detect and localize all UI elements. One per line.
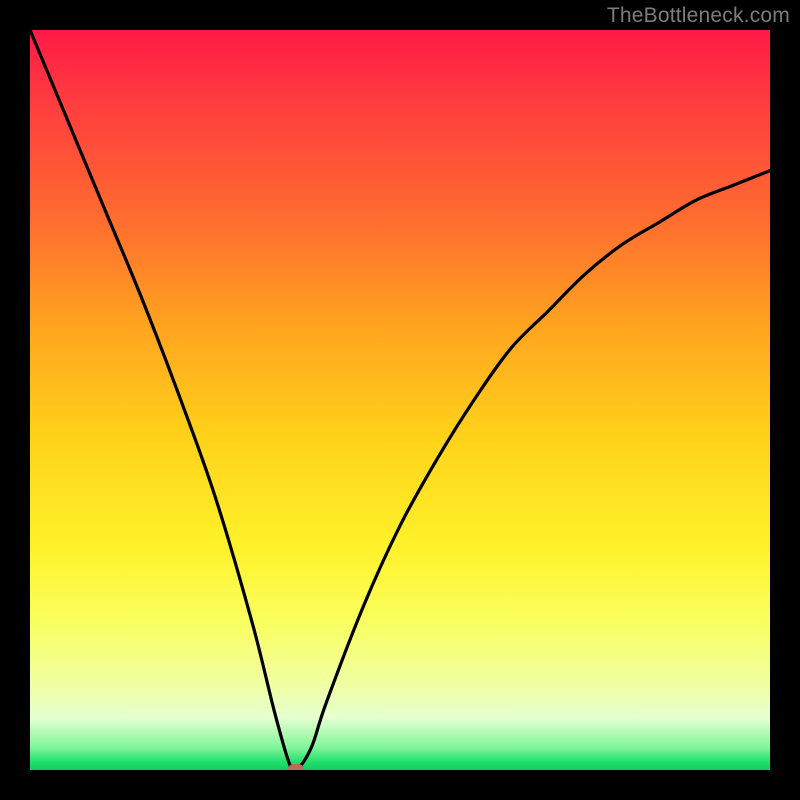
minimum-marker (288, 764, 304, 770)
bottleneck-curve-path (30, 30, 770, 770)
chart-frame: TheBottleneck.com (0, 0, 800, 800)
curve-svg (30, 30, 770, 770)
plot-area (30, 30, 770, 770)
watermark-text: TheBottleneck.com (607, 4, 790, 28)
